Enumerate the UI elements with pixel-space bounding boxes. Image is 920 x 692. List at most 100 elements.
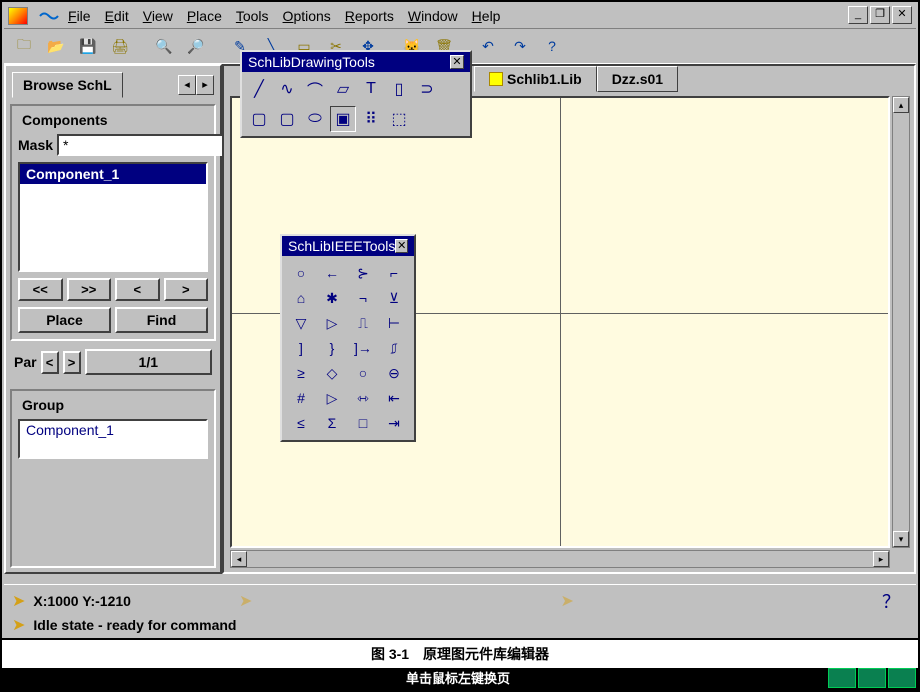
nav-next-button[interactable]: > xyxy=(164,278,209,301)
minimize-button[interactable]: _ xyxy=(848,6,868,24)
bezier-tool-icon[interactable]: ∿ xyxy=(274,76,300,102)
ieee-input-icon[interactable]: ]→ xyxy=(350,337,376,359)
drawing-tools-title[interactable]: SchLibDrawingTools ✕ xyxy=(242,52,470,72)
part-prev-button[interactable]: < xyxy=(41,351,59,374)
menu-help[interactable]: Help xyxy=(466,6,507,26)
ieee-pulse-icon[interactable]: ⎍ xyxy=(350,312,376,334)
tab-scroll-left[interactable]: ◂ xyxy=(178,75,196,95)
ieee-square-icon[interactable]: □ xyxy=(350,412,376,434)
ieee-circle-icon[interactable]: ○ xyxy=(288,262,314,284)
tool-save-icon[interactable]: 💾 xyxy=(76,34,100,58)
ieee-sigma-icon[interactable]: Σ xyxy=(319,412,345,434)
ieee-triangle-icon[interactable]: ▷ xyxy=(319,387,345,409)
nav-first-button[interactable]: << xyxy=(18,278,63,301)
tool-undo-icon[interactable]: ↶ xyxy=(476,34,500,58)
menu-window[interactable]: Window xyxy=(402,6,464,26)
doc-tab-active[interactable]: Schlib1.Lib xyxy=(474,66,597,92)
nav-prev-button[interactable]: < xyxy=(115,278,160,301)
scroll-down-icon[interactable]: ▾ xyxy=(893,531,909,547)
scroll-left-icon[interactable]: ◂ xyxy=(231,551,247,567)
tool-print-icon[interactable]: 🖨 xyxy=(108,34,132,58)
help-icon[interactable]: ？ xyxy=(882,588,900,614)
ieee-tools-title[interactable]: SchLibIEEETools ✕ xyxy=(282,236,414,256)
ieee-diamond-icon[interactable]: ◇ xyxy=(319,362,345,384)
ieee-hash-icon[interactable]: # xyxy=(288,387,314,409)
components-list[interactable]: Component_1 xyxy=(18,162,208,272)
fillrect-tool-icon[interactable]: ▢ xyxy=(246,106,272,132)
horizontal-scrollbar[interactable]: ◂ ▸ xyxy=(230,550,890,568)
drawing-tools-label: SchLibDrawingTools xyxy=(248,54,375,70)
ieee-analog-icon[interactable]: ⌂ xyxy=(288,287,314,309)
ieee-schmitt-icon[interactable]: ⎎ xyxy=(381,337,407,359)
part-tool-icon[interactable]: ⬚ xyxy=(386,106,412,132)
ieee-group1-icon[interactable]: ] xyxy=(288,337,314,359)
tool-help-icon[interactable]: ? xyxy=(540,34,564,58)
roundrect-tool-icon[interactable]: ▢ xyxy=(274,106,300,132)
ieee-rightshift-icon[interactable]: ⇥ xyxy=(381,412,407,434)
close-button[interactable]: ✕ xyxy=(892,6,912,24)
part-page: 1/1 xyxy=(85,349,212,375)
part-next-button[interactable]: > xyxy=(63,351,81,374)
tool-new-icon[interactable]: 🗀 xyxy=(12,34,36,58)
ieee-openemitter-icon[interactable]: ≥ xyxy=(288,362,314,384)
ieee-star-icon[interactable]: ✱ xyxy=(319,287,345,309)
ieee-tools-window[interactable]: SchLibIEEETools ✕ ○ ← ⊱ ⌐ ⌂ ✱ ¬ ⊻ ▽ ▷ ⎍ … xyxy=(280,234,416,442)
tool-redo-icon[interactable]: ↷ xyxy=(508,34,532,58)
place-button[interactable]: Place xyxy=(18,307,111,333)
ieee-activelow-icon[interactable]: ⌐ xyxy=(381,262,407,284)
part-label: Par xyxy=(14,354,37,370)
scroll-up-icon[interactable]: ▴ xyxy=(893,97,909,113)
browse-tab[interactable]: Browse SchL xyxy=(12,72,123,98)
ieee-clock-icon[interactable]: ⊱ xyxy=(350,262,376,284)
close-icon[interactable]: ✕ xyxy=(450,55,464,69)
ieee-theta-icon[interactable]: ⊖ xyxy=(381,362,407,384)
scroll-right-icon[interactable]: ▸ xyxy=(873,551,889,567)
find-button[interactable]: Find xyxy=(115,307,208,333)
arrow-icon: ➤ xyxy=(239,591,252,611)
list-item[interactable]: Component_1 xyxy=(20,421,206,439)
tool-open-icon[interactable]: 📂 xyxy=(44,34,68,58)
ieee-lte-icon[interactable]: ≤ xyxy=(288,412,314,434)
ieee-circle2-icon[interactable]: ○ xyxy=(350,362,376,384)
array-tool-icon[interactable]: ⠿ xyxy=(358,106,384,132)
list-item[interactable]: Component_1 xyxy=(20,164,206,184)
vertical-scrollbar[interactable]: ▴ ▾ xyxy=(892,96,910,548)
rect-tool-icon[interactable]: ▯ xyxy=(386,76,412,102)
ieee-hiz-icon[interactable]: ▷ xyxy=(319,312,345,334)
ieee-opencollector-icon[interactable]: ▽ xyxy=(288,312,314,334)
tool-zoomin-icon[interactable]: 🔍 xyxy=(152,34,176,58)
ieee-postponed-icon[interactable]: ⊻ xyxy=(381,287,407,309)
indicator-box xyxy=(858,668,886,688)
menu-view[interactable]: View xyxy=(137,6,179,26)
menu-place[interactable]: Place xyxy=(181,6,228,26)
menu-tools[interactable]: Tools xyxy=(230,6,275,26)
ieee-group2-icon[interactable]: } xyxy=(319,337,345,359)
restore-button[interactable]: ❐ xyxy=(870,6,890,24)
menu-options[interactable]: Options xyxy=(277,6,337,26)
arc-tool-icon[interactable]: ⌒ xyxy=(302,76,328,102)
image-tool-icon[interactable]: ▣ xyxy=(330,106,356,132)
close-icon[interactable]: ✕ xyxy=(395,239,408,253)
ieee-delay-icon[interactable]: ⊢ xyxy=(381,312,407,334)
line-tool-icon[interactable]: ╱ xyxy=(246,76,272,102)
text-tool-icon[interactable]: T xyxy=(358,76,384,102)
polygon-tool-icon[interactable]: ▱ xyxy=(330,76,356,102)
drawing-tools-window[interactable]: SchLibDrawingTools ✕ ╱ ∿ ⌒ ▱ T ▯ ⊃ ▢ ▢ ⬭… xyxy=(240,50,472,138)
ellipse-tool-icon[interactable]: ⬭ xyxy=(302,106,328,132)
menu-reports[interactable]: Reports xyxy=(339,6,400,26)
ieee-leftshift-icon[interactable]: ⇤ xyxy=(381,387,407,409)
ieee-not-icon[interactable]: ¬ xyxy=(350,287,376,309)
ieee-leftarrow-icon[interactable]: ← xyxy=(319,262,345,284)
tool-zoomout-icon[interactable]: 🔎 xyxy=(184,34,208,58)
doc-tab-inactive[interactable]: Dzz.s01 xyxy=(597,66,678,92)
indicator-box xyxy=(828,668,856,688)
arrow-icon: ➤ xyxy=(560,591,573,611)
menu-edit[interactable]: Edit xyxy=(99,6,135,26)
group-list[interactable]: Component_1 xyxy=(18,419,208,459)
menu-file[interactable]: FFileile xyxy=(62,6,97,26)
nav-prevgrp-button[interactable]: >> xyxy=(67,278,112,301)
figure-caption: 图 3-1 原理图元件库编辑器 xyxy=(2,640,918,668)
tab-scroll-right[interactable]: ▸ xyxy=(196,75,214,95)
pin-tool-icon[interactable]: ⊃ xyxy=(414,76,440,102)
ieee-bidir-icon[interactable]: ⇿ xyxy=(350,387,376,409)
